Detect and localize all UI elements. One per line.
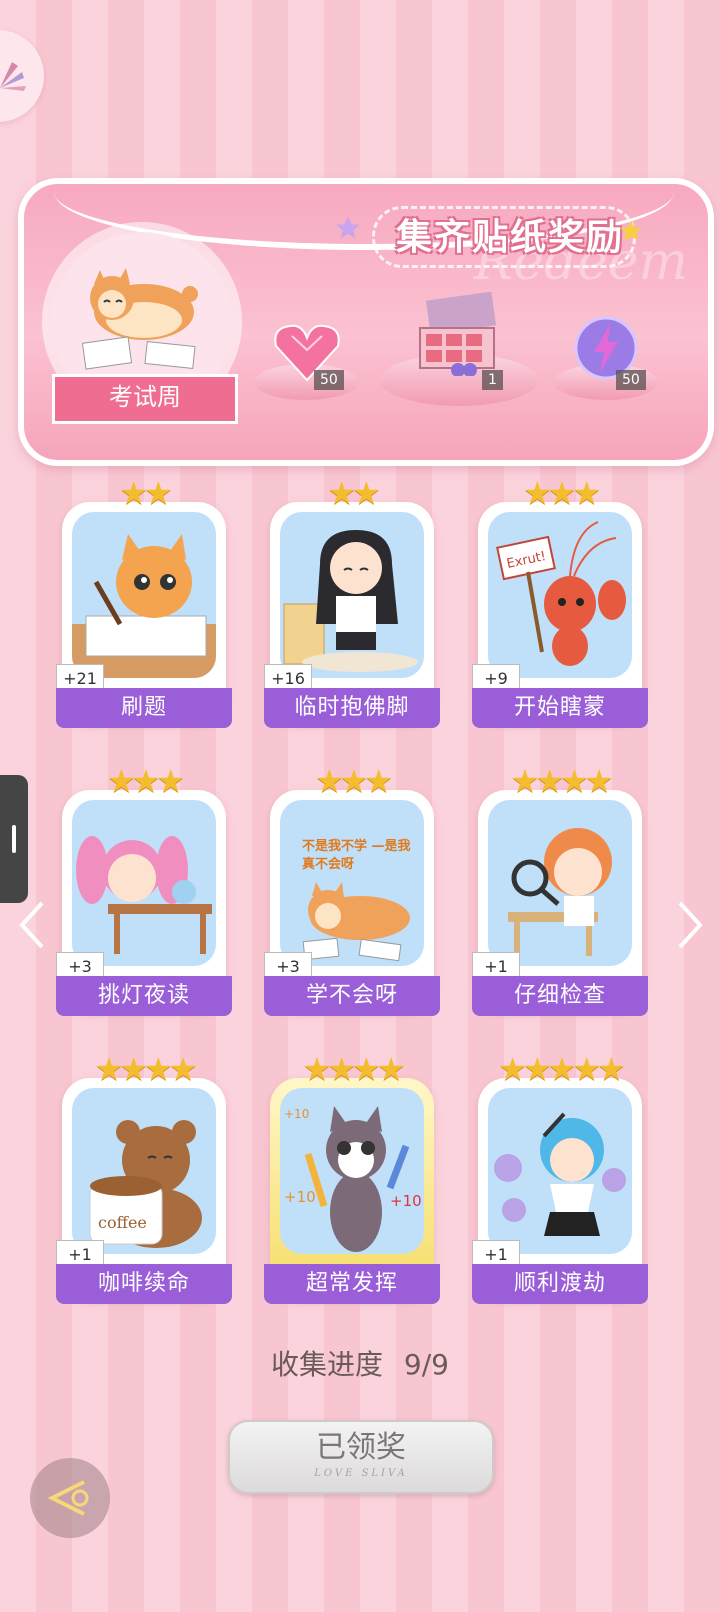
sticker-art: +10 +10 +10 bbox=[280, 1088, 424, 1254]
claimed-button-subtitle: LOVE SLIVA bbox=[314, 1468, 408, 1479]
prev-page-arrow-icon[interactable] bbox=[12, 895, 52, 955]
fan-icon bbox=[0, 62, 26, 91]
collection-progress: 收集进度 9/9 bbox=[0, 1343, 720, 1383]
next-page-arrow-icon[interactable] bbox=[670, 895, 710, 955]
star-rating: ★★★★ bbox=[302, 1050, 406, 1088]
progress-label: 收集进度 bbox=[271, 1348, 384, 1381]
girl-magnifier-icon bbox=[508, 828, 612, 956]
sticker-label: 刷题 bbox=[56, 688, 232, 728]
star-rating: ★★★ bbox=[522, 474, 601, 512]
claimed-button-label: 已领奖 bbox=[316, 1430, 406, 1465]
side-drawer-handle[interactable] bbox=[0, 775, 28, 903]
sticker-art bbox=[72, 512, 216, 678]
sticker-art bbox=[488, 800, 632, 966]
girl-letters-icon bbox=[494, 1112, 626, 1236]
banner-title: 集齐贴纸奖励 bbox=[396, 217, 625, 258]
star-rating: ★★★★★ bbox=[498, 1050, 625, 1088]
sticker-label: 挑灯夜读 bbox=[56, 976, 232, 1016]
girl-praying-icon bbox=[283, 530, 418, 672]
reward-count: 50 bbox=[314, 370, 344, 390]
sticker-card[interactable]: ★★ +21 刷题 bbox=[56, 474, 232, 728]
score-mark: +10 bbox=[284, 1188, 316, 1206]
star-icon bbox=[620, 220, 642, 241]
sticker-art: 不是我不学 —是我真不会呀 bbox=[280, 800, 424, 966]
star-rating: ★★★★ bbox=[510, 762, 614, 800]
sticker-name-ribbon: 考试周 bbox=[52, 374, 238, 424]
corner-menu-button[interactable] bbox=[0, 30, 44, 122]
sticker-card[interactable]: ★★★★ +10 +10 +10 超常发挥 bbox=[264, 1050, 440, 1304]
sticker-card[interactable]: ★★ +16 临时抱佛脚 bbox=[264, 474, 440, 728]
reward-count: 50 bbox=[616, 370, 646, 390]
sticker-label: 临时抱佛脚 bbox=[264, 688, 440, 728]
sticker-label: 学不会呀 bbox=[264, 976, 440, 1016]
shiba-lying-icon bbox=[302, 882, 410, 962]
sticker-art bbox=[72, 800, 216, 966]
sticker-card[interactable]: ★★★★★ +1 顺利渡劫 bbox=[472, 1050, 648, 1304]
star-rating: ★★ bbox=[327, 474, 380, 512]
sticker-label: 仔细检查 bbox=[472, 976, 648, 1016]
cup-text: coffee bbox=[98, 1213, 147, 1232]
cat-pencils-icon: +10 +10 +10 bbox=[284, 1106, 422, 1252]
sticker-label: 超常发挥 bbox=[264, 1264, 440, 1304]
shiba-sleeping-icon bbox=[81, 268, 198, 370]
gift-box-icon bbox=[419, 292, 497, 376]
sticker-label: 咖啡续命 bbox=[56, 1264, 232, 1304]
sticker-card[interactable]: ★★★★ coffee +1 咖啡续命 bbox=[56, 1050, 232, 1304]
sticker-art bbox=[488, 1088, 632, 1254]
star-rating: ★★★ bbox=[314, 762, 393, 800]
sticker-art: coffee bbox=[72, 1088, 216, 1254]
claimed-button[interactable]: 已领奖 LOVE SLIVA bbox=[228, 1420, 494, 1494]
back-arrow-icon bbox=[47, 1480, 89, 1516]
star-rating: ★★★★ bbox=[94, 1050, 198, 1088]
star-rating: ★★★ bbox=[106, 762, 185, 800]
sticker-label: 开始瞎蒙 bbox=[472, 688, 648, 728]
cat-studying-icon bbox=[72, 534, 216, 678]
score-mark: +10 bbox=[284, 1107, 309, 1121]
sticker-card[interactable]: ★★★ +3 挑灯夜读 bbox=[56, 762, 232, 1016]
lobster-sign-icon: Exrut! bbox=[496, 521, 626, 666]
girl-desk-icon bbox=[76, 836, 212, 954]
sticker-art bbox=[280, 512, 424, 678]
back-button[interactable] bbox=[30, 1458, 110, 1538]
sticker-card[interactable]: ★★★★ +1 仔细检查 bbox=[472, 762, 648, 1016]
star-rating: ★★ bbox=[119, 474, 172, 512]
sticker-card[interactable]: ★★★ Exrut! +9 开始瞎蒙 bbox=[472, 474, 648, 728]
bear-coffee-icon: coffee bbox=[89, 1120, 202, 1248]
reward-count: 1 bbox=[482, 370, 503, 390]
reward-banner: Redeem 集齐贴纸奖励 考试周 50 1 50 bbox=[18, 178, 714, 466]
star-icon bbox=[336, 216, 360, 239]
sticker-card[interactable]: ★★★ 不是我不学 —是我真不会呀 +3 学不会呀 bbox=[264, 762, 440, 1016]
sticker-label: 顺利渡劫 bbox=[472, 1264, 648, 1304]
progress-value: 9/9 bbox=[403, 1348, 449, 1381]
sticker-art: Exrut! bbox=[488, 512, 632, 678]
score-mark: +10 bbox=[390, 1192, 422, 1210]
